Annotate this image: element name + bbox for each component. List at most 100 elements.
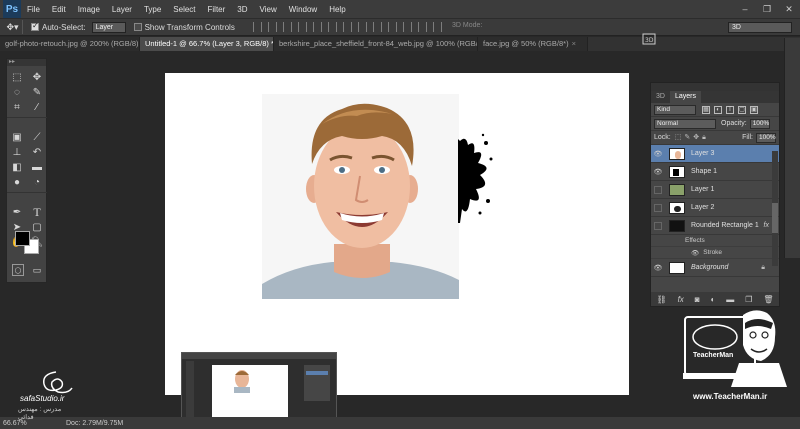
layer-item-background[interactable]: 👁︎ Background 🔒︎ xyxy=(651,259,779,277)
minimize-button[interactable]: – xyxy=(734,0,756,18)
tab-berkshire[interactable]: berkshire_place_sheffield_front-84_web.j… xyxy=(274,37,478,51)
align-right-icon[interactable] xyxy=(327,22,337,32)
new-adjustment-icon[interactable]: ◐ xyxy=(711,295,716,304)
menu-file[interactable]: File xyxy=(21,5,46,14)
fill-input[interactable]: 100% xyxy=(756,132,776,143)
layer-item-layer-3[interactable]: 👁︎ Layer 3 xyxy=(651,145,779,163)
visibility-toggle-empty[interactable] xyxy=(654,221,662,230)
layer-item-shape-1[interactable]: 👁︎ Shape 1 xyxy=(651,163,779,181)
close-icon[interactable]: × xyxy=(572,39,576,48)
shape-filter-icon[interactable]: ▢ xyxy=(738,105,746,114)
opacity-input[interactable]: 100% xyxy=(749,118,770,129)
stamp-tool-icon[interactable]: ⊥ xyxy=(7,145,27,160)
eraser-tool-icon[interactable]: ◧ xyxy=(7,160,27,175)
layer-name: Background xyxy=(691,264,729,271)
marquee-tool-icon[interactable]: ⬚ xyxy=(7,70,27,85)
visibility-toggle-empty[interactable] xyxy=(654,203,662,212)
screen-mode-icon[interactable]: ▭ xyxy=(31,264,43,276)
distribute-left-icon[interactable] xyxy=(387,22,397,32)
blur-tool-icon[interactable]: ● xyxy=(7,175,27,190)
distribute-middle-icon[interactable] xyxy=(357,22,367,32)
distribute-center-icon[interactable] xyxy=(402,22,412,32)
menu-view[interactable]: View xyxy=(254,5,283,14)
lasso-tool-icon[interactable]: ◌ xyxy=(7,85,27,100)
layer-item-layer-2[interactable]: Layer 2 xyxy=(651,199,779,217)
adjustment-filter-icon[interactable]: ◐ xyxy=(714,105,722,114)
menu-3d[interactable]: 3D xyxy=(231,5,253,14)
filter-kind-dropdown[interactable]: Kind xyxy=(654,104,696,115)
menu-edit[interactable]: Edit xyxy=(46,5,72,14)
move-tool-preset-icon[interactable]: ✥▾ xyxy=(3,20,23,34)
layers-scrollbar[interactable] xyxy=(772,151,778,266)
menu-help[interactable]: Help xyxy=(323,5,351,14)
menu-type[interactable]: Type xyxy=(138,5,167,14)
crop-tool-icon[interactable]: ⌗ xyxy=(7,100,27,115)
menu-select[interactable]: Select xyxy=(167,5,201,14)
visibility-eye-icon[interactable]: 👁︎ xyxy=(651,264,665,272)
panel-icons[interactable]: 3D xyxy=(640,30,658,48)
restore-button[interactable]: ❐ xyxy=(756,0,778,18)
visibility-toggle-empty[interactable] xyxy=(654,185,662,194)
new-layer-icon[interactable]: ❐ xyxy=(745,295,752,304)
pixel-filter-icon[interactable]: ▦ xyxy=(702,105,710,114)
shape-tool-icon[interactable]: ▢ xyxy=(27,220,47,235)
menu-image[interactable]: Image xyxy=(72,5,106,14)
type-tool-icon[interactable]: T xyxy=(27,205,47,220)
auto-select-dropdown[interactable]: Layer xyxy=(91,21,126,33)
stroke-effect[interactable]: 👁︎ Stroke xyxy=(651,247,779,259)
healing-tool-icon[interactable]: ▣ xyxy=(7,130,27,145)
align-bottom-icon[interactable] xyxy=(282,22,292,32)
blend-mode-dropdown[interactable]: Normal xyxy=(654,118,716,129)
eyedropper-tool-icon[interactable]: ∕ xyxy=(27,100,47,115)
add-style-icon[interactable]: fx xyxy=(678,295,684,304)
auto-select-checkbox[interactable] xyxy=(31,21,39,31)
quick-select-tool-icon[interactable]: ✎ xyxy=(27,85,47,100)
fx-badge[interactable]: fx xyxy=(764,222,769,229)
close-button[interactable]: ✕ xyxy=(778,0,800,18)
layer-item-layer-1[interactable]: Layer 1 xyxy=(651,181,779,199)
add-mask-icon[interactable]: ◙ xyxy=(695,295,700,304)
tab-3d[interactable]: 3D xyxy=(651,91,670,103)
menu-layer[interactable]: Layer xyxy=(106,5,138,14)
quick-mask-icon[interactable]: ◯ xyxy=(12,264,24,276)
type-filter-icon[interactable]: T xyxy=(726,105,734,114)
menu-window[interactable]: Window xyxy=(283,5,323,14)
tab-face[interactable]: face.jpg @ 50% (RGB/8*) × xyxy=(478,37,588,51)
layer-item-rounded-rectangle-1[interactable]: Rounded Rectangle 1 fx xyxy=(651,217,779,235)
tab-layers[interactable]: Layers xyxy=(669,91,701,103)
auto-align-icon[interactable] xyxy=(432,22,442,32)
pen-tool-icon[interactable]: ✒ xyxy=(7,205,27,220)
smart-filter-icon[interactable]: ▣ xyxy=(750,105,758,114)
tab-untitled-1[interactable]: Untitled-1 @ 66.7% (Layer 3, RGB/8) *× xyxy=(140,37,274,51)
foreground-color-swatch[interactable] xyxy=(15,231,30,246)
link-layers-icon[interactable]: ⛓︎ xyxy=(656,295,666,304)
tab-golf-photo[interactable]: golf-photo-retouch.jpg @ 200% (RGB/8) *× xyxy=(0,37,140,51)
align-top-icon[interactable] xyxy=(252,22,262,32)
workspace-dropdown[interactable]: 3D xyxy=(728,22,792,33)
move-tool-icon[interactable]: ✥ xyxy=(27,70,47,85)
visibility-eye-icon[interactable]: 👁︎ xyxy=(651,150,665,158)
history-brush-tool-icon[interactable]: ↶ xyxy=(27,145,47,160)
distribute-bottom-icon[interactable] xyxy=(372,22,382,32)
align-center-icon[interactable] xyxy=(312,22,322,32)
3d-mode-label: 3D Mode: xyxy=(452,22,483,29)
align-left-icon[interactable] xyxy=(297,22,307,32)
tools-panel-header[interactable]: ▸▸ xyxy=(7,59,46,66)
distribute-top-icon[interactable] xyxy=(342,22,352,32)
dodge-tool-icon[interactable]: ◔ xyxy=(27,175,47,190)
align-middle-icon[interactable] xyxy=(267,22,277,32)
portrait-photo xyxy=(262,94,459,299)
visibility-eye-icon[interactable]: 👁︎ xyxy=(691,249,699,257)
menu-bar: Ps File Edit Image Layer Type Select Fil… xyxy=(0,0,800,18)
lock-icons[interactable]: ⬚✎✥🔒︎ xyxy=(675,133,709,142)
gradient-tool-icon[interactable]: ▬ xyxy=(27,160,47,175)
delete-layer-icon[interactable]: 🗑︎ xyxy=(763,295,773,304)
new-group-icon[interactable]: ▬ xyxy=(726,295,734,304)
show-transform-checkbox[interactable] xyxy=(133,23,142,31)
visibility-eye-icon[interactable]: 👁︎ xyxy=(651,168,665,176)
brush-tool-icon[interactable]: ⟋ xyxy=(27,130,47,145)
menu-filter[interactable]: Filter xyxy=(202,5,232,14)
layers-panel-topbar[interactable] xyxy=(651,83,779,91)
distribute-right-icon[interactable] xyxy=(417,22,427,32)
layer-name: Layer 3 xyxy=(691,150,715,157)
